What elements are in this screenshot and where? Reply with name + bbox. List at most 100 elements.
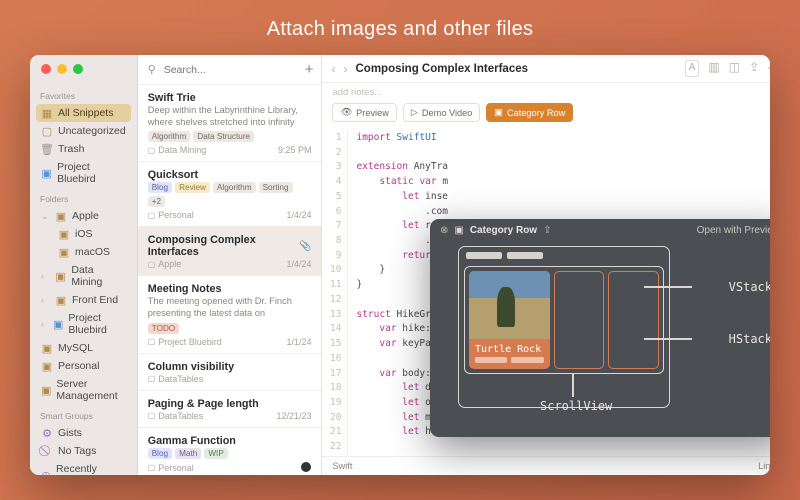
note-card[interactable]: QuicksortBlogReviewAlgorithmSorting+2▢Pe… (138, 162, 322, 227)
card-label: Turtle Rock (469, 339, 550, 357)
note-card[interactable]: Swift TrieDeep within the Labyrinthine L… (138, 85, 322, 162)
folder-name: Data Mining (158, 145, 206, 155)
note-card[interactable]: Gamma FunctionBlogMathWIP▢Personal (138, 428, 322, 476)
note-title: Column visibility (148, 361, 312, 373)
folder-icon: ▣ (41, 360, 53, 372)
sidebar-item-ios[interactable]: ▣iOS (36, 225, 131, 243)
note-tags: TODO (148, 323, 312, 334)
paperclip-icon: 📎 (299, 241, 311, 252)
label: Data Mining (71, 264, 125, 288)
sidebar-item-macos[interactable]: ▣ macOS (36, 243, 131, 261)
label: Front End (72, 294, 118, 306)
hero-title: Attach images and other files (0, 0, 800, 55)
sidebar-section-folders: Folders (40, 194, 127, 204)
gear-icon: ⚙ (41, 427, 53, 439)
notes-list-column: ⚲ + Swift TrieDeep within the Labyrinthi… (138, 55, 323, 475)
sidebar-item-mysql[interactable]: ▣MySQL (36, 339, 131, 357)
search-input[interactable] (164, 64, 299, 76)
tag-chip[interactable]: Algorithm (148, 131, 191, 142)
folder-icon: ▢ (148, 463, 156, 472)
notes-list[interactable]: Swift TrieDeep within the Labyrinthine L… (138, 85, 322, 475)
attachment-label: Preview (356, 108, 389, 118)
add-notes-field[interactable]: add notes... (322, 83, 770, 98)
sidebar: Favorites ▦All Snippets ▢Uncategorized 🗑… (30, 55, 138, 475)
tag-chip[interactable]: +2 (148, 196, 165, 207)
note-card[interactable]: Meeting NotesThe meeting opened with Dr.… (138, 276, 322, 353)
label: Trash (58, 143, 84, 155)
sidebar-item-all-snippets[interactable]: ▦All Snippets (36, 104, 131, 122)
eye-icon: 👁 (340, 107, 352, 118)
folder-name: Project Bluebird (158, 337, 222, 347)
tag-chip[interactable]: Blog (148, 182, 172, 193)
folder-icon: ▢ (148, 411, 156, 420)
folder-icon: ▣ (55, 294, 67, 306)
font-button[interactable]: A (685, 60, 700, 77)
sidebar-item-gists[interactable]: ⚙Gists (36, 424, 131, 442)
sidebar-icon[interactable]: ◫ (729, 60, 740, 77)
folder-name: DataTables (158, 411, 203, 421)
tag-chip[interactable]: TODO (148, 323, 180, 334)
folder-icon: ▢ (148, 211, 156, 220)
zoom-window-icon[interactable] (73, 64, 83, 74)
sidebar-item-personal[interactable]: ▣Personal (36, 357, 131, 375)
card-image (469, 271, 550, 339)
sidebar-item-project-bluebird-fav[interactable]: ▣Project Bluebird (36, 158, 131, 188)
share-icon[interactable]: ⇪ (749, 60, 759, 77)
minimize-window-icon[interactable] (57, 64, 67, 74)
sidebar-item-uncategorized[interactable]: ▢Uncategorized (36, 122, 131, 140)
tag-chip[interactable]: Review (175, 182, 210, 193)
open-with-preview-link[interactable]: Open with Preview (697, 225, 770, 236)
chevron-right-icon: › (41, 271, 50, 281)
folder-icon: ▣ (41, 384, 51, 396)
note-card[interactable]: Composing Complex Interfaces📎▢Apple1/4/2… (138, 227, 322, 276)
sidebar-section-smart: Smart Groups (40, 411, 127, 421)
sidebar-item-data-mining[interactable]: ›▣Data Mining (36, 261, 131, 291)
folder-name: DataTables (158, 374, 203, 384)
note-card[interactable]: Column visibility▢DataTables (138, 354, 322, 391)
folder-icon: ▣ (58, 246, 70, 258)
attachment-chip[interactable]: 👁 Preview (332, 103, 396, 122)
tag-chip[interactable]: Algorithm (213, 182, 256, 193)
attachment-chip[interactable]: ▣Category Row (486, 103, 573, 122)
sidebar-item-front-end[interactable]: ›▣Front End (36, 291, 131, 309)
note-title: Meeting Notes (148, 283, 312, 295)
note-card[interactable]: Paging & Page length▢DataTables12/21/23 (138, 391, 322, 428)
forward-button[interactable]: › (343, 62, 347, 76)
tag-chip[interactable]: Data Structure (193, 131, 254, 142)
label: Recently Modified (56, 463, 126, 475)
sidebar-item-project-bluebird[interactable]: ›▣Project Bluebird (36, 309, 131, 339)
sidebar-item-trash[interactable]: 🗑Trash (36, 140, 131, 158)
tag-chip[interactable]: Blog (148, 448, 172, 459)
note-meta: ▢DataTables (148, 374, 312, 384)
tag-chip[interactable]: WIP (204, 448, 227, 459)
github-icon (301, 462, 311, 472)
tag-chip[interactable]: Sorting (259, 182, 293, 193)
tag-chip[interactable]: Math (175, 448, 201, 459)
back-button[interactable]: ‹ (331, 62, 335, 76)
folder-icon: ▢ (148, 337, 156, 346)
label: macOS (75, 246, 110, 258)
label: Uncategorized (58, 125, 126, 137)
note-summary: Deep within the Labyrinthine Library, wh… (148, 105, 312, 128)
sidebar-item-server-management[interactable]: ▣ Server Management (36, 375, 131, 405)
leader-line (572, 373, 574, 397)
language-label[interactable]: Swift (332, 461, 352, 471)
sidebar-item-apple[interactable]: ⌄▣Apple (36, 207, 131, 225)
attachment-chip[interactable]: ▷Demo Video (403, 103, 480, 122)
layout-icon[interactable]: ▥ (708, 60, 719, 77)
share-icon[interactable]: ⇪ (543, 225, 551, 236)
leader-line (644, 286, 692, 288)
new-note-button[interactable]: + (305, 61, 314, 78)
label: Server Management (56, 378, 125, 402)
note-tags: AlgorithmData Structure (148, 131, 312, 142)
popover-header: ⊗ ▣ Category Row ⇪ Open with Preview (430, 219, 770, 242)
search-icon: ⚲ (146, 64, 158, 76)
sidebar-item-no-tags[interactable]: ⃠No Tags (36, 442, 131, 460)
tag-icon[interactable]: ◇ (768, 60, 770, 77)
close-window-icon[interactable] (41, 64, 51, 74)
diagram: Turtle Rock VStack HStack ScrollView (444, 246, 770, 411)
image-preview-popover[interactable]: ⊗ ▣ Category Row ⇪ Open with Preview Tur… (430, 219, 770, 437)
sidebar-item-recently-modified[interactable]: ◷Recently Modified (36, 460, 131, 475)
close-icon[interactable]: ⊗ (440, 225, 448, 236)
window-controls[interactable] (41, 64, 83, 74)
